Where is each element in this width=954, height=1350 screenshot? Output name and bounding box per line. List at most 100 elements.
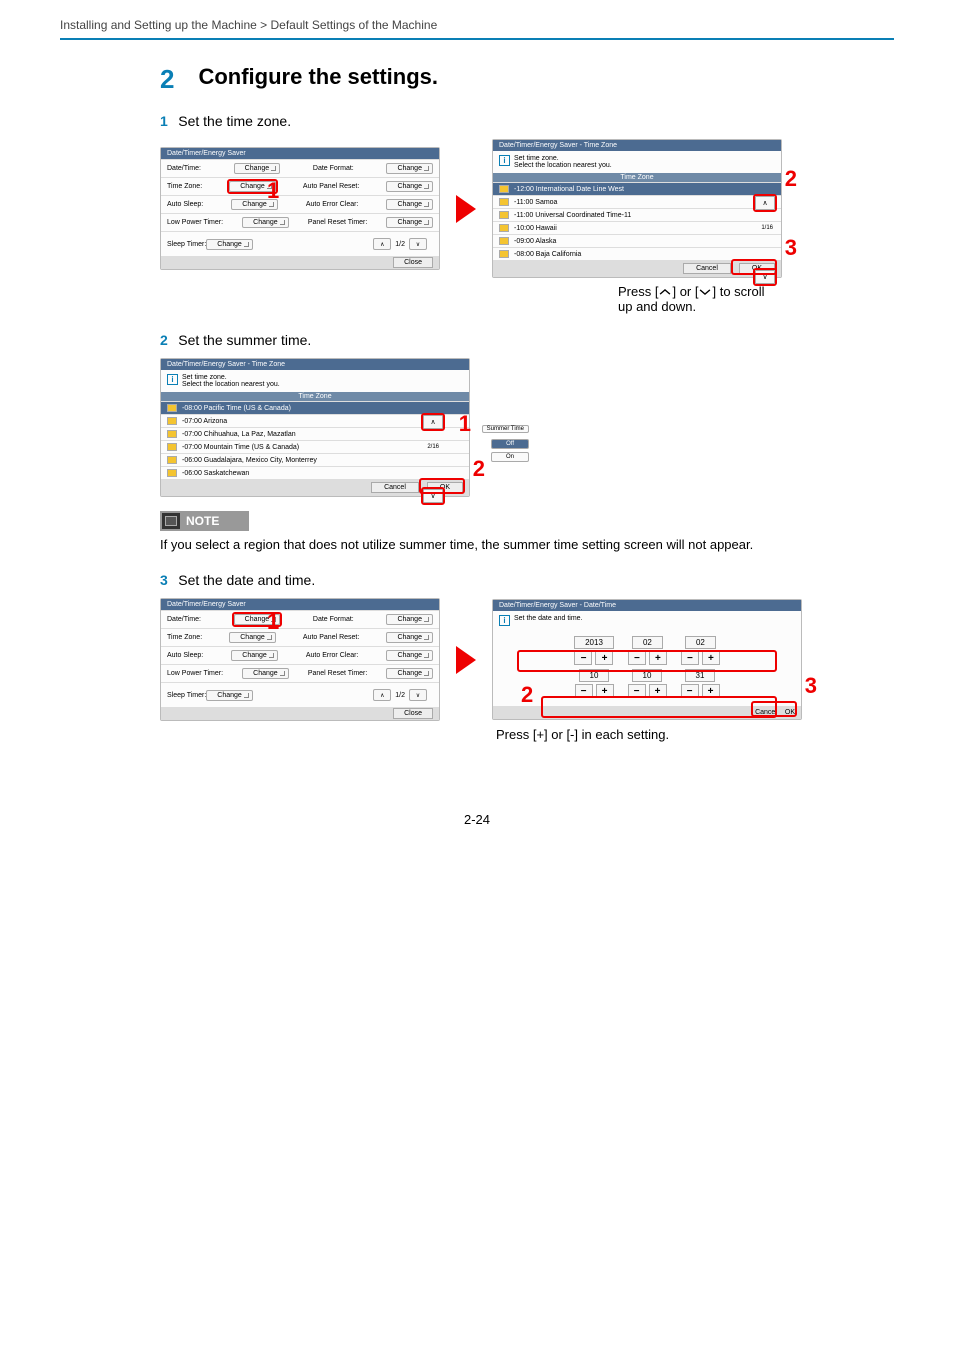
cancel-button[interactable]: Cancel <box>683 263 731 274</box>
label-datetime: Date/Time: <box>167 165 201 172</box>
flag-icon <box>167 430 177 438</box>
change-button[interactable]: Change <box>386 668 433 679</box>
step-title: Configure the settings. <box>198 64 438 90</box>
flag-icon <box>167 443 177 451</box>
change-button[interactable]: Change <box>231 650 278 661</box>
panel-title: Date/Timer/Energy Saver - Time Zone <box>161 359 469 370</box>
close-button[interactable]: Close <box>393 257 433 268</box>
change-button[interactable]: Change <box>386 650 433 661</box>
label-sleeptimer: Sleep Timer: <box>167 241 206 248</box>
scroll-hint: Press [] or [] to scroll up and down. <box>160 284 778 314</box>
chevron-down-icon <box>698 286 712 298</box>
list-item[interactable]: -12:00 International Date Line West <box>493 182 781 195</box>
breadcrumb: Installing and Setting up the Machine > … <box>60 0 894 40</box>
callout-box-ok <box>731 259 777 275</box>
summer-off-button[interactable]: Off <box>491 439 529 449</box>
page-indicator: 1/2 <box>395 241 405 248</box>
change-button[interactable]: Change <box>386 632 433 643</box>
page-number: 2-24 <box>60 812 894 827</box>
info-icon: i <box>499 615 510 626</box>
flag-icon <box>499 211 509 219</box>
callout-1: 1 <box>267 609 279 635</box>
chevron-up-icon <box>658 286 672 298</box>
page-up-button[interactable]: ∧ <box>373 238 391 250</box>
callout-2: 2 <box>521 682 533 708</box>
flag-icon <box>499 237 509 245</box>
callout-1: 1 <box>267 178 279 204</box>
change-button[interactable]: Change <box>206 690 253 701</box>
day-value: 02 <box>685 636 716 649</box>
callout-box <box>517 650 777 672</box>
substep-3-num: 3 <box>160 572 168 588</box>
change-button[interactable]: Change <box>242 668 289 679</box>
scroll-up-button[interactable]: ∧ <box>755 196 775 210</box>
change-button[interactable]: Change <box>386 217 433 228</box>
cancel-button[interactable]: Cancel <box>371 482 419 493</box>
step-header: 2 Configure the settings. <box>160 64 894 95</box>
label-timezone: Time Zone: <box>167 634 202 641</box>
note-icon <box>162 513 180 529</box>
callout-box <box>541 696 777 718</box>
list-item[interactable]: -10:00 Hawaii1/16 <box>493 221 781 234</box>
flag-icon <box>499 224 509 232</box>
page-down-button[interactable]: ∨ <box>409 689 427 701</box>
flag-icon <box>499 250 509 258</box>
callout-3: 3 <box>805 673 817 699</box>
year-value: 2013 <box>574 636 614 649</box>
change-button[interactable]: Change <box>386 199 433 210</box>
info-text: Set the date and time. <box>514 615 583 626</box>
callout-box <box>751 701 797 717</box>
summer-on-button[interactable]: On <box>491 452 529 462</box>
substep-2-num: 2 <box>160 332 168 348</box>
list-header: Time Zone <box>161 392 469 401</box>
substep-2: 2 Set the summer time. <box>160 332 894 350</box>
panel-title: Date/Timer/Energy Saver <box>161 148 439 159</box>
page-down-button[interactable]: ∨ <box>409 238 427 250</box>
list-header: Time Zone <box>493 173 781 182</box>
panel-title: Date/Timer/Energy Saver - Time Zone <box>493 140 781 151</box>
timezone-panel-2: Date/Timer/Energy Saver - Time Zone i Se… <box>160 358 470 497</box>
page-up-button[interactable]: ∧ <box>373 689 391 701</box>
flag-icon <box>167 456 177 464</box>
month-value: 02 <box>632 636 663 649</box>
change-button[interactable]: Change <box>234 163 281 174</box>
info-text: Set time zone.Select the location neares… <box>514 155 612 169</box>
change-button[interactable]: Change <box>386 614 433 625</box>
list-item[interactable]: -11:00 Samoa <box>493 195 781 208</box>
list-item[interactable]: -06:00 Guadalajara, Mexico City, Monterr… <box>161 453 469 466</box>
flag-icon <box>167 469 177 477</box>
label-autopanelreset: Auto Panel Reset: <box>303 183 359 190</box>
timezone-panel: Date/Timer/Energy Saver - Time Zone i Se… <box>492 139 782 278</box>
note-box: NOTE If you select a region that does no… <box>160 511 894 554</box>
arrow-icon <box>456 195 476 223</box>
flag-icon <box>167 404 177 412</box>
page-indicator: 1/16 <box>761 225 773 231</box>
label-panelresettimer: Panel Reset Timer: <box>308 219 368 226</box>
substep-3-text: Set the date and time. <box>178 572 315 588</box>
arrow-icon <box>456 646 476 674</box>
substep-1: 1 Set the time zone. <box>160 113 894 131</box>
settings-panel: Date/Timer/Energy Saver Date/Time: Chang… <box>160 147 440 270</box>
change-button[interactable]: Change <box>206 239 253 250</box>
change-button[interactable]: Change <box>386 163 433 174</box>
change-button[interactable]: Change <box>386 181 433 192</box>
figure-row-1: Date/Timer/Energy Saver Date/Time: Chang… <box>160 139 894 278</box>
info-icon: i <box>499 155 510 166</box>
flag-icon <box>499 198 509 206</box>
label-dateformat: Date Format: <box>313 616 354 623</box>
label-autoerrorclear: Auto Error Clear: <box>306 652 359 659</box>
callout-2: 2 <box>473 456 485 482</box>
label-lowpower: Low Power Timer: <box>167 670 223 677</box>
label-datetime: Date/Time: <box>167 616 201 623</box>
list-item[interactable]: -09:00 Alaska <box>493 234 781 247</box>
list-item[interactable]: -07:00 Mountain Time (US & Canada)2/16 O… <box>161 440 469 453</box>
note-header: NOTE <box>160 511 249 531</box>
panel-title: Date/Timer/Energy Saver - Date/Time <box>493 600 801 611</box>
callout-box <box>421 413 445 431</box>
close-button[interactable]: Close <box>393 708 433 719</box>
page-indicator: 2/16 <box>427 444 439 450</box>
datetime-panel: Date/Timer/Energy Saver - Date/Time i Se… <box>492 599 802 720</box>
callout-2: 2 <box>785 166 797 192</box>
change-button[interactable]: Change <box>242 217 289 228</box>
list-item[interactable]: -11:00 Universal Coordinated Time-11 <box>493 208 781 221</box>
